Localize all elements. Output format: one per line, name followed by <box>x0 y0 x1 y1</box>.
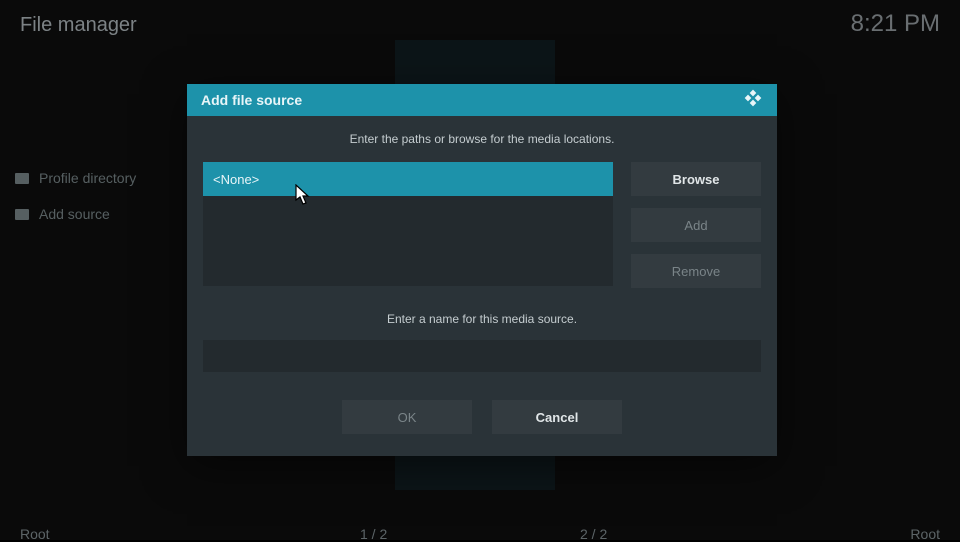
sidebar-item-add-source[interactable]: Add source <box>15 206 136 222</box>
dialog-title: Add file source <box>201 92 302 108</box>
paths-list[interactable]: <None> <box>203 162 613 286</box>
sidebar-item-label: Profile directory <box>39 170 136 186</box>
name-instruction: Enter a name for this media source. <box>203 312 761 326</box>
path-item[interactable]: <None> <box>203 162 613 196</box>
page-title: File manager <box>20 14 137 37</box>
browse-button[interactable]: Browse <box>631 162 761 196</box>
cancel-button[interactable]: Cancel <box>492 400 622 434</box>
sidebar-item-profile-directory[interactable]: Profile directory <box>15 170 136 186</box>
ok-button[interactable]: OK <box>342 400 472 434</box>
folder-icon <box>15 209 29 220</box>
clock: 8:21 PM <box>851 10 940 38</box>
folder-icon <box>15 173 29 184</box>
sidebar: Profile directory Add source <box>15 170 136 242</box>
kodi-logo-icon <box>743 88 763 113</box>
paths-instruction: Enter the paths or browse for the media … <box>203 132 761 146</box>
add-button[interactable]: Add <box>631 208 761 242</box>
dialog-header: Add file source <box>187 84 777 116</box>
sidebar-item-label: Add source <box>39 206 110 222</box>
source-name-input[interactable] <box>203 340 761 372</box>
remove-button[interactable]: Remove <box>631 254 761 288</box>
add-file-source-dialog: Add file source Enter the paths or brows… <box>187 84 777 456</box>
dialog-body: Enter the paths or browse for the media … <box>187 116 777 456</box>
